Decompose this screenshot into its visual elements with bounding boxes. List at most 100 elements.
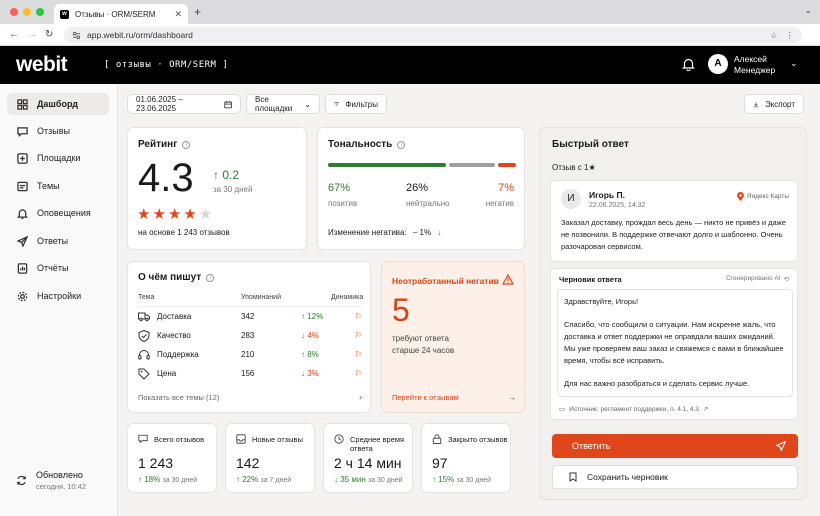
close-tab-icon[interactable]: ✕	[174, 9, 182, 20]
notifications-bell-icon[interactable]	[682, 57, 695, 71]
tone-negative-pct: 7%	[498, 182, 514, 194]
star-filled-icon: ★	[183, 206, 197, 223]
topic-name-cell: Качество	[138, 329, 241, 342]
filters-label: Фильтры	[345, 99, 378, 109]
stat-value: 1 243	[138, 455, 174, 471]
quick-reply-card: Быстрый ответ Отзыв с 1★ И Игорь П. 22.0…	[539, 127, 807, 500]
warning-icon	[502, 274, 514, 285]
regenerate-icon[interactable]: ⟲	[784, 275, 789, 283]
sidebar-item-settings[interactable]: Настройки	[7, 285, 109, 307]
sidebar-item-label: Оповещения	[37, 208, 91, 218]
browser-menu-icon[interactable]: ⋮	[786, 30, 795, 41]
rating-value: 4.3	[138, 156, 194, 200]
filter-icon	[334, 102, 340, 106]
reply-icon	[17, 235, 28, 247]
stat-avg-response-time[interactable]: Среднее время ответа 2 ч 14 мин ↓ 35 мин з…	[323, 423, 413, 493]
show-all-topics-link[interactable]: Показать все темы (12) ›	[138, 393, 362, 403]
close-window-icon[interactable]	[10, 8, 18, 16]
arrow-down-icon: ↓	[334, 475, 338, 484]
reviewer-avatar: И	[561, 189, 581, 209]
topic-row[interactable]: Поддержка 210 ↑ 8% ⚐	[138, 345, 362, 364]
tag-icon	[138, 368, 150, 380]
url-field[interactable]: app.webit.ru/orm/dashboard ☆ ⋮	[64, 27, 802, 43]
calendar-icon	[224, 100, 232, 108]
arrow-down-icon: ↓	[437, 228, 442, 237]
webit-logo[interactable]: webit	[16, 53, 68, 77]
arrow-up-icon: ↑	[432, 475, 436, 484]
sidebar-item-reports[interactable]: Отчёты	[7, 257, 109, 279]
flag-icon[interactable]: ⚐	[355, 331, 362, 340]
reload-icon[interactable]: ↻	[45, 29, 53, 41]
user-avatar[interactable]: А	[708, 54, 728, 74]
review-source-name: Яндекс Карты	[746, 193, 789, 200]
sync-time: сегодня, 10:42	[36, 482, 87, 491]
site-info-icon[interactable]	[72, 31, 81, 40]
draft-textarea[interactable]: Здравствуйте, Игорь! Спасибо, что сообщи…	[557, 289, 793, 397]
platforms-select[interactable]: Все площадки ⌄	[246, 94, 320, 114]
topic-row[interactable]: Качество 283 ↓ 4% ⚐	[138, 326, 362, 345]
tone-segment-neutral	[449, 163, 496, 167]
user-menu-chevron-icon[interactable]: ⌄	[790, 58, 798, 69]
sidebar-item-label: Отзывы	[37, 126, 70, 136]
new-tab-icon[interactable]: +	[194, 6, 201, 18]
sidebar-item-alerts[interactable]: Оповещения	[7, 202, 109, 224]
flag-icon[interactable]: ⚐	[355, 369, 362, 378]
maximize-window-icon[interactable]	[36, 8, 44, 16]
topic-row[interactable]: Доставка 342 ↑ 12% ⚐	[138, 307, 362, 326]
reviews-icon	[17, 126, 28, 137]
save-draft-button[interactable]: Сохранить черновик	[552, 465, 798, 489]
minimize-window-icon[interactable]	[23, 8, 31, 16]
stat-total-reviews[interactable]: Всего отзывов 1 243 ↑ 18% за 30 дней	[127, 423, 217, 493]
negative-card-title: Неотработанный негатив	[392, 276, 499, 286]
info-icon[interactable]: i	[206, 274, 215, 282]
stat-delta-value: 35 мин	[340, 475, 366, 484]
external-link-icon[interactable]: ↗	[703, 405, 708, 413]
stat-delta: ↓ 35 мин за 30 дней	[334, 475, 403, 484]
forward-icon[interactable]: →	[27, 29, 37, 41]
stat-new-reviews[interactable]: Новые отзывы 142 ↑ 22% за 7 дней	[225, 423, 315, 493]
draft-closing: Для нас важно разобраться и сделать серв…	[564, 379, 750, 388]
back-icon[interactable]: ←	[9, 29, 19, 41]
bookmark-star-icon[interactable]: ☆	[770, 30, 778, 41]
topic-row[interactable]: Цена 156 ↓ 3% ⚐	[138, 364, 362, 383]
sidebar-item-topics[interactable]: Темы	[7, 175, 109, 197]
arrow-down-icon: ↓	[301, 369, 305, 378]
report-icon	[17, 262, 28, 274]
sidebar-item-dashboard[interactable]: Дашборд	[7, 93, 109, 115]
sidebar-item-platforms[interactable]: Площадки	[7, 147, 109, 169]
info-icon[interactable]: i	[182, 141, 191, 149]
tonality-title: Тональность i	[328, 139, 406, 150]
date-range-text: 01.06.2025 – 23.06.2025	[136, 95, 183, 113]
topics-col-dynamic: Динамика	[331, 294, 364, 301]
review-card[interactable]: И Игорь П. 22.06.2025, 14:32 Яндекс Карт…	[550, 180, 798, 262]
flag-icon[interactable]: ⚐	[355, 350, 362, 359]
info-icon[interactable]: i	[397, 141, 406, 149]
arrow-up-icon: ↑	[213, 168, 219, 182]
unhandled-negative-card: Неотработанный негатив 5 требуют ответа …	[381, 261, 525, 413]
quick-reply-filter: Отзыв с 1★	[552, 163, 596, 172]
browser-tab[interactable]: w Отзывы · ORM/SERM ✕	[54, 4, 188, 24]
stat-closed-reviews[interactable]: Закрыто отзывов 97 ↑ 15% за 30 дней	[421, 423, 511, 493]
url-text: app.webit.ru/orm/dashboard	[87, 30, 193, 40]
shield-icon	[138, 329, 150, 342]
date-range-picker[interactable]: 01.06.2025 – 23.06.2025	[127, 94, 241, 114]
sidebar-item-reviews[interactable]: Отзывы	[7, 120, 109, 142]
review-author: Игорь П.	[589, 190, 625, 200]
draft-source-note: ▭ Источник: регламент поддержки, п. 4.1,…	[559, 405, 708, 414]
chat-icon	[138, 434, 148, 444]
star-empty-icon: ★	[198, 206, 213, 223]
stat-period: за 7 дней	[260, 477, 292, 484]
go-to-reviews-link[interactable]: Перейти к отзывам →	[392, 393, 516, 402]
filters-button[interactable]: Фильтры	[325, 94, 387, 114]
export-button[interactable]: Экспорт	[744, 94, 804, 114]
user-name-block[interactable]: Алексей Менеджер	[734, 54, 775, 76]
sync-icon[interactable]	[16, 475, 27, 486]
reply-button[interactable]: Ответить	[552, 434, 798, 458]
sidebar-item-replies[interactable]: Ответы	[7, 230, 109, 252]
tab-list-chevron-icon[interactable]: ⌄	[804, 5, 812, 16]
stat-label: Закрыто отзывов	[448, 435, 508, 444]
stat-delta-value: 15%	[438, 475, 455, 484]
flag-icon[interactable]: ⚐	[355, 312, 362, 321]
platforms-icon	[17, 152, 28, 164]
ai-generated-badge: Сгенерировано AI ⟲	[726, 275, 789, 283]
